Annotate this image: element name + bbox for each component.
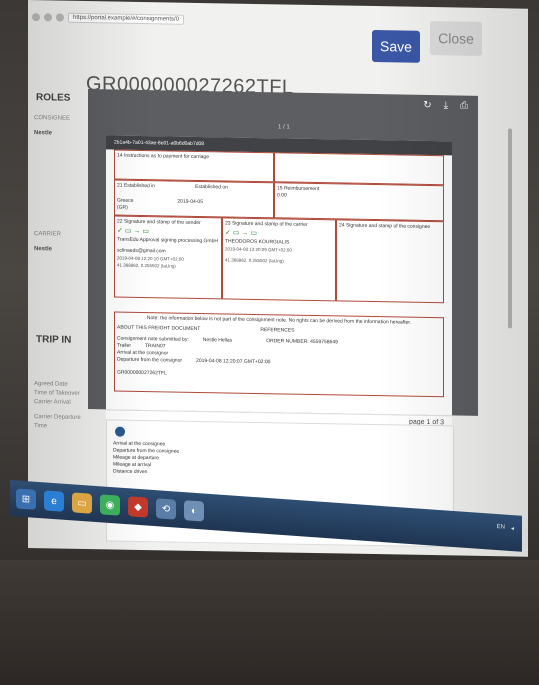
ie-icon[interactable]: e <box>44 490 64 512</box>
shield-icon[interactable]: ◆ <box>128 496 148 518</box>
browser-address-bar[interactable]: https://portal.example/#/consignments/0 <box>28 6 232 32</box>
system-tray[interactable]: EN ◂ <box>497 524 514 532</box>
projected-screen: https://portal.example/#/consignments/0 … <box>28 0 528 557</box>
section-21: 21 Established in Established on Greece … <box>114 179 274 219</box>
print-icon[interactable]: ⎙ <box>460 100 468 111</box>
logo-icon <box>115 426 125 437</box>
refresh-icon[interactable]: ↻ <box>423 99 431 110</box>
cmr-document-page: 2b1a4b-7a01-43ae-8e01-a0b6d0ab7d08 14 In… <box>106 135 452 416</box>
forward-icon[interactable] <box>44 13 52 22</box>
carrier-stamp-icon: ✓ ▭ → ▭ <box>225 229 257 237</box>
sidebar: ROLES CONSIGNEE Nestle CARRIER Nestle TR… <box>28 90 88 511</box>
trip-labels: Agreed Date Time of Takeover Carrier Arr… <box>34 381 81 430</box>
volume-icon: ◂ <box>510 526 514 533</box>
reload-icon[interactable] <box>56 13 64 22</box>
folder-icon[interactable]: ▭ <box>72 492 92 514</box>
trip-heading: TRIP IN <box>36 334 72 346</box>
network-icon[interactable]: ⟲ <box>156 498 176 520</box>
page-indicator: 1 / 1 <box>278 124 290 131</box>
start-icon[interactable]: ⊞ <box>16 488 36 510</box>
back-icon[interactable] <box>32 13 40 22</box>
url-field[interactable]: https://portal.example/#/consignments/0 <box>68 12 185 25</box>
section-23: 23 Signature and stamp of the carrier ✓ … <box>222 217 336 302</box>
roles-heading: ROLES <box>36 92 71 104</box>
floor-area <box>0 560 539 685</box>
app-icon[interactable]: ◐ <box>184 500 204 522</box>
chrome-icon[interactable]: ◉ <box>100 494 120 516</box>
close-button[interactable]: Close <box>430 21 482 56</box>
section-14: 14 Instructions as to payment for carria… <box>114 149 274 183</box>
section-payment-grid <box>274 152 444 186</box>
section-24: 24 Signature and stamp of the consignee <box>336 219 444 304</box>
scrollbar[interactable] <box>508 128 512 329</box>
section-15: 15 Reimbursement 0.00 <box>274 182 444 222</box>
pdf-viewer[interactable]: ↻ ⤓ ⎙ 1 / 1 2b1a4b-7a01-43ae-8e01-a0b6d0… <box>88 89 478 433</box>
non-legal-info-box: Note: the information below is not part … <box>114 311 444 398</box>
save-button[interactable]: Save <box>372 30 420 63</box>
role-carrier[interactable]: CARRIER Nestle <box>34 230 61 254</box>
download-icon[interactable]: ⤓ <box>444 100 448 111</box>
sender-stamp-icon: ✓ ▭ → ▭ <box>117 227 149 236</box>
role-consignee[interactable]: CONSIGNEE Nestle <box>34 114 70 139</box>
section-22: 22 Signature and stamp of the sender ✓ ▭… <box>114 215 222 300</box>
viewer-toolbar: ↻ ⤓ ⎙ <box>88 89 478 116</box>
